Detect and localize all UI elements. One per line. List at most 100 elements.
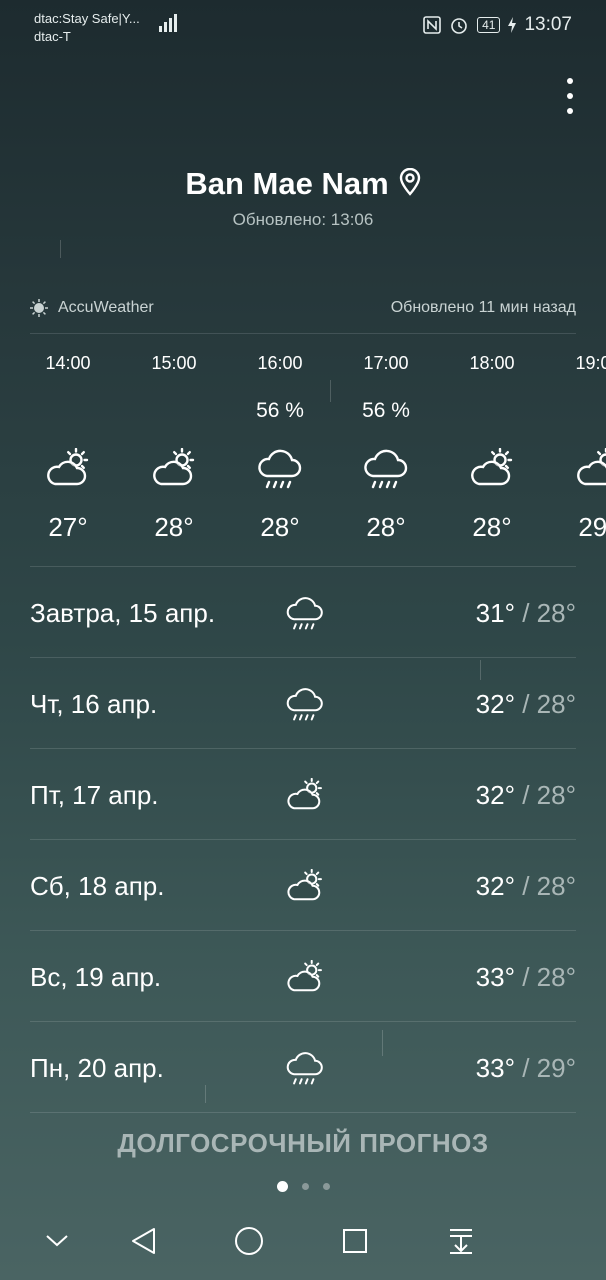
hour-precipitation bbox=[15, 396, 121, 426]
day-name: Чт, 16 апр. bbox=[30, 688, 158, 719]
day-high: 33° bbox=[475, 961, 515, 992]
nav-recents-button[interactable] bbox=[340, 1226, 370, 1256]
divider bbox=[30, 748, 576, 749]
long-term-forecast-button[interactable]: ДОЛГОСРОЧНЫЙ ПРОГНОЗ bbox=[0, 1128, 606, 1159]
daily-row[interactable]: Пт, 17 апр. 32° / 28° bbox=[30, 750, 576, 840]
city-header[interactable]: Ban Mae Nam bbox=[0, 166, 606, 202]
page-dot bbox=[276, 1181, 288, 1192]
hour-precipitation bbox=[545, 396, 606, 426]
hour-time: 14:00 bbox=[45, 353, 91, 373]
hour-temperature: 28° bbox=[366, 512, 406, 542]
hourly-item: 17:00 56 % 28° bbox=[333, 350, 439, 543]
day-high: 32° bbox=[475, 870, 515, 901]
day-high: 32° bbox=[475, 688, 515, 719]
daily-row[interactable]: Вс, 19 апр. 33° / 28° bbox=[30, 932, 576, 1022]
hourly-item: 15:00 28° bbox=[121, 350, 227, 543]
day-low: / 29° bbox=[522, 1052, 576, 1083]
day-low: / 28° bbox=[522, 961, 576, 992]
page-indicator bbox=[0, 1181, 606, 1192]
day-temperatures: 32° / 28° bbox=[476, 780, 576, 811]
hourly-item: 19:00 29° bbox=[545, 350, 606, 543]
hour-temperature: 27° bbox=[48, 512, 88, 542]
daily-row[interactable]: Завтра, 15 апр. 31° / 28° bbox=[30, 568, 576, 658]
clock: 13:07 bbox=[524, 14, 572, 35]
menu-dot bbox=[567, 78, 573, 84]
rain-icon bbox=[280, 1049, 330, 1087]
hour-precipitation bbox=[439, 396, 545, 426]
daily-row[interactable]: Пн, 20 апр. 33° / 29° bbox=[30, 1023, 576, 1113]
menu-dot bbox=[567, 93, 573, 99]
signal-icon bbox=[159, 14, 177, 32]
accuweather-sun-icon bbox=[30, 299, 48, 317]
hour-time: 15:00 bbox=[151, 353, 197, 373]
hour-temperature: 28° bbox=[472, 512, 512, 542]
day-low: / 28° bbox=[522, 688, 576, 719]
carrier-network: dtac-T bbox=[34, 29, 71, 44]
partly-cloudy-icon bbox=[280, 869, 330, 903]
page-dot bbox=[322, 1183, 330, 1190]
divider bbox=[30, 1112, 576, 1113]
day-name: Пн, 20 апр. bbox=[30, 1052, 164, 1083]
location-pin-icon bbox=[399, 168, 420, 196]
partly-cloudy-icon bbox=[280, 778, 330, 812]
hour-time: 17:00 bbox=[363, 353, 409, 373]
rain-streak bbox=[60, 240, 61, 258]
carrier-info: dtac:Stay Safe|Y... dtac-T bbox=[34, 10, 140, 46]
status-bar: dtac:Stay Safe|Y... dtac-T 41 13:07 bbox=[0, 0, 606, 56]
hourly-item: 14:00 27° bbox=[15, 350, 121, 543]
last-updated: Обновлено: 13:06 bbox=[232, 210, 374, 229]
charging-icon bbox=[508, 17, 517, 33]
chevron-down-icon bbox=[46, 1235, 68, 1247]
carrier-name: dtac:Stay Safe|Y... bbox=[34, 11, 140, 26]
recents-square-icon bbox=[343, 1229, 367, 1253]
hour-precipitation: 56 % bbox=[362, 399, 410, 422]
partly-cloudy-icon bbox=[439, 438, 545, 498]
hour-time: 18:00 bbox=[469, 353, 515, 373]
divider bbox=[30, 930, 576, 931]
rain-icon bbox=[280, 685, 330, 723]
day-temperatures: 32° / 28° bbox=[476, 871, 576, 902]
hour-precipitation: 56 % bbox=[256, 399, 304, 422]
nav-notifications-button[interactable] bbox=[446, 1226, 476, 1256]
rain-icon bbox=[333, 438, 439, 498]
day-temperatures: 31° / 28° bbox=[476, 598, 576, 629]
hour-time: 16:00 bbox=[257, 353, 303, 373]
nav-home-button[interactable] bbox=[234, 1226, 264, 1256]
provider-row[interactable]: AccuWeather Обновлено 11 мин назад bbox=[30, 296, 576, 320]
rain-icon bbox=[280, 594, 330, 632]
day-low: / 28° bbox=[522, 597, 576, 628]
hour-temperature: 29° bbox=[578, 512, 606, 542]
daily-row[interactable]: Сб, 18 апр. 32° / 28° bbox=[30, 841, 576, 931]
day-name: Вс, 19 апр. bbox=[30, 961, 162, 992]
day-temperatures: 33° / 29° bbox=[476, 1053, 576, 1084]
hourly-item: 18:00 28° bbox=[439, 350, 545, 543]
provider-name: AccuWeather bbox=[58, 299, 154, 316]
navigation-bar bbox=[0, 1200, 606, 1280]
menu-dot bbox=[567, 108, 573, 114]
divider bbox=[30, 657, 576, 658]
day-temperatures: 32° / 28° bbox=[476, 689, 576, 720]
partly-cloudy-icon bbox=[280, 960, 330, 994]
day-name: Пт, 17 апр. bbox=[30, 779, 159, 810]
day-high: 31° bbox=[475, 597, 515, 628]
provider-updated: Обновлено 11 мин назад bbox=[390, 299, 576, 316]
hourly-item: 16:00 56 % 28° bbox=[227, 350, 333, 543]
more-options-button[interactable] bbox=[564, 78, 576, 114]
day-temperatures: 33° / 28° bbox=[476, 962, 576, 993]
divider bbox=[30, 1021, 576, 1022]
nav-hide-button[interactable] bbox=[42, 1226, 72, 1256]
hour-time: 19:00 bbox=[575, 353, 606, 373]
day-low: / 28° bbox=[522, 870, 576, 901]
day-name: Сб, 18 апр. bbox=[30, 870, 165, 901]
divider bbox=[30, 566, 576, 567]
page-dot bbox=[301, 1183, 309, 1190]
partly-cloudy-icon bbox=[15, 438, 121, 498]
back-triangle-icon bbox=[132, 1228, 155, 1254]
daily-row[interactable]: Чт, 16 апр. 32° / 28° bbox=[30, 659, 576, 749]
city-name: Ban Mae Nam bbox=[185, 166, 389, 201]
hour-precipitation bbox=[121, 396, 227, 426]
day-name: Завтра, 15 апр. bbox=[30, 597, 216, 628]
day-high: 33° bbox=[475, 1052, 515, 1083]
nav-back-button[interactable] bbox=[128, 1226, 158, 1256]
pull-down-icon bbox=[450, 1229, 472, 1254]
